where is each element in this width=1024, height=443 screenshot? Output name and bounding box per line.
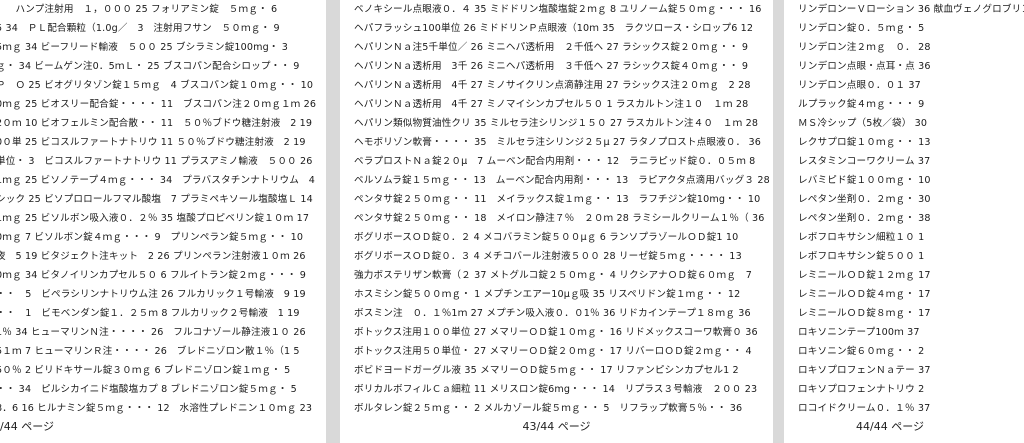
index-entry: レスタミンコーワクリーム 37 [798, 156, 931, 167]
index-entry: レペタン坐剤０．２ｍｇ・ 30 [798, 194, 931, 205]
index-entry: ボルタレン錠２５ｍｇ・・ 2 メルカゾール錠５ｍｇ・・ 5 リフラップ軟膏５％・… [354, 403, 743, 414]
index-entry: ペンタサ錠２５０ｍｇ・・ 18 メイロン静注７％ ２０ｍ 28 ラミシールクリー… [354, 213, 765, 224]
index-entry: ・・ 1 ビモベンダン錠１．２５ｍ 8 フルカリック２号輸液 1 19 [0, 308, 300, 319]
index-entry: ヘパリン類似物質油性クリ 35 ミルセラ注シリンジ１５０ 27 ラスカルトン注４… [354, 118, 759, 129]
index-entry: リンデロン注２ｍｇ ０． 28 [798, 42, 931, 53]
index-entry: レバミピド錠１００ｍｇ・ 10 [798, 175, 931, 186]
index-entry: ベラプロストＮａ錠２０μ 7 ムーベン配合内用剤・・・ 12 ラニラピッド錠０．… [354, 156, 756, 167]
document-page-44: リンデロンーＶローション 36 献血ヴェノグロブリン リンデロン錠０．５ｍｇ・ 5… [784, 0, 1024, 443]
document-page-43: ベノキシール点眼液０．４ 35 ミドドリン塩酸塩錠２ｍｇ 8 ユリノーム錠５０ｍ… [340, 0, 773, 443]
index-entry: ボトックス注用１００単位 27 メマリーＯＤ錠１０ｍｇ・ 16 リドメックスコー… [354, 327, 758, 338]
index-entry: ヘパリンＮａ注5千単位／ 26 ミニヘパ透析用 ２千低ヘ 27 ラシックス錠２０… [354, 42, 749, 53]
index-entry: リンデロン点眼・点耳・点 36 [798, 61, 931, 72]
index-entry: ベノキシール点眼液０．４ 35 ミドドリン塩酸塩錠２ｍｇ 8 ユリノーム錠５０ｍ… [354, 4, 762, 15]
page-footer-43: 43/44 ページ [522, 420, 591, 433]
index-entry: 単位・ 3 ビコスルファートナトリウ 11 プラスアミノ輸液 ５００ 26 [0, 156, 313, 167]
index-entry: Ｐ Ｏ 25 ビオグリタゾン錠１５ｍｇ 4 ブスコパン錠１０ｍｇ・・ 10 [0, 80, 314, 91]
index-entry: ロコイドクリーム０．１％ 37 [798, 403, 931, 414]
index-entry: 夜 5 19 ビタジェクト注キット 2 26 プリンペラン注射液１０ｍ 26 [0, 251, 306, 262]
index-entry: 5ｍｇ 34 ビーフリード輸液 ５００ 25 ブシラミン錠100mg・ 3 [0, 42, 289, 53]
index-entry: 0ｍｇ 25 ビオスリー配合錠・・・・ 11 ブスコパン注２０ｍｇ１ｍ 26 [0, 99, 317, 110]
document-page-left: ハンプ注射用 １，０００ 25 フォリアミン錠 ５ｍｇ・ 6 5 34 ＰＬ配合顆… [0, 0, 326, 443]
index-entry: ヘパリンＮａ透析用 4千 27 ミノサイクリン点滴静注用 27 ラシックス注２０… [354, 80, 751, 91]
index-entry: ボトックス注用５０単位・ 27 メマリーＯＤ錠２０ｍｇ・ 17 リバーロＯＤ錠２… [354, 346, 752, 357]
index-entry: ＭＳ冷シップ（5枚／袋） 30 [798, 118, 928, 129]
index-entry: ヘパリンＮａ透析用 3千 26 ミニヘパ透析用 ３千低ヘ 27 ラシックス錠４０… [354, 61, 749, 72]
index-entry: ホスミシン錠５００ｍｇ・ 1 メプチンエアー10μｇ吸 35 リスペリドン錠１ｍ… [354, 289, 741, 300]
index-entry: レペタン坐剤０．２ｍｇ・ 38 [798, 213, 931, 224]
index-entry: 8．6 16 ヒルナミン錠５ｍｇ・・・ 12 水溶性プレドニン１０ｍｇ 23 [0, 403, 313, 414]
index-entry: ・・ 5 ビペラシリンナトリウム注 26 フルカリック１号輸液 9 19 [0, 289, 306, 300]
index-entry: ロキソニンテープ100ｍ 37 [798, 327, 920, 338]
index-entry: ・・ 34 ピルシカイニド塩酸塩カプ 8 ブレドニゾロン錠５ｍｇ・ 5 [0, 384, 297, 395]
index-entry: 1％ 34 ヒューマリンＮ注・・・・ 26 フルコナゾール静注液１０ 26 [0, 327, 306, 338]
index-entry: ヘモボリゾン軟膏・・・・ 35 ミルセラ注シリンジ２５μ 27 ラタノプロスト点… [354, 137, 762, 148]
index-entry: 5 34 ＰＬ配合顆粒（1.0g／ 3 注射用フサン ５０ｍｇ・ 9 [0, 23, 280, 34]
index-entry: ハンプ注射用 １，０００ 25 フォリアミン錠 ５ｍｇ・ 6 [0, 4, 278, 15]
index-entry: ロキソニン錠６０ｍｇ・・ 2 [798, 346, 925, 357]
index-entry: レボフロキサシン錠５００ 1 [798, 251, 925, 262]
index-entry: ボビドヨードガーグル液 35 メマリーＯＤ錠５ｍｇ・・ 17 リファンピシンカプ… [354, 365, 739, 376]
index-entry: 1ｍｇ 25 ビソノテープ４ｍｇ・・・ 34 プラバスタチンナトリウム 4 [0, 175, 315, 186]
index-entry: シック 25 ビソプロロールフマル酸塩 7 プラミペキソール塩酸塩Ｌ 14 [0, 194, 313, 205]
index-entry: 0ｍｇ 7 ビソルボン錠４ｍｇ・・・ 9 プリンペラン錠５ｍｇ・・ 10 [0, 232, 304, 243]
index-entry: ロキソプロフェンＮａテー 37 [798, 365, 931, 376]
index-entry: 5１ｍ 7 ヒューマリンＲ注・・・・ 26 ブレドニゾロン散１％（1 5 [0, 346, 300, 357]
index-entry: ヘパリンＮａ透析用 4千 27 ミノマイシンカプセル５０ 1 ラスカルトン注１０… [354, 99, 749, 110]
index-entry: ルプラック錠４ｍｇ・・・ 9 [798, 99, 925, 110]
index-entry: 強力ボステリザン軟膏（２ 37 メトグルコ錠２５０ｍｇ・ 4 リクシアナＯＤ錠６… [354, 270, 752, 281]
index-entry: リンデロンーＶローション 36 献血ヴェノグロブリン [798, 4, 1024, 15]
index-entry: ボグリボースＯＤ錠０．３ 4 メチコバール注射液５００ 28 リーゼ錠５ｍｇ・・… [354, 251, 742, 262]
index-entry: ヘパフラッシュ100単位 26 ミドドリンＰ点眼液（10ｍ 35 ラクツロース・… [354, 23, 754, 34]
index-entry: レボフロキサシン細粒１０ 1 [798, 232, 925, 243]
index-entry: ペンタサ錠２５０ｍｇ・・ 11 メイラックス錠１ｍｇ・・ 13 ラフチジン錠10… [354, 194, 761, 205]
index-entry: ボグリボースＯＤ錠０．２ 4 メコバラミン錠５００μｇ 6 ランソプラゾールＯＤ… [354, 232, 739, 243]
index-entry: ｇ・ 34 ビームゲン注0．5ｍＬ・ 25 ブスコパン配合シロップ・・ 9 [0, 61, 300, 72]
index-entry: 2０ｍ 10 ビオフェルミン配合散・・ 11 ５０％ブドウ糖注射液 2 19 [0, 118, 313, 129]
index-entry: ボスミン注 ０．１％1ｍ 27 メプチン吸入液０．０1％ 36 リドカインテープ… [354, 308, 751, 319]
index-entry: リンデロン点眼０．０１ 37 [798, 80, 921, 91]
index-entry: レミニールＯＤ錠８ｍｇ・ 17 [798, 308, 931, 319]
index-entry: 0０単 25 ビコスルファートナトリウ 11 ５０％ブドウ糖注射液 2 19 [0, 137, 306, 148]
page-footer-44: 44/44 ページ [856, 420, 924, 433]
index-entry: ベルソムラ錠１５ｍｇ・・ 13 ムーベン配合内用剤・・・ 13 ラピアクタ点滴用… [354, 175, 770, 186]
page-footer-left: /44 ページ [0, 420, 54, 433]
index-entry: レミニールＯＤ錠４ｍｇ・ 17 [798, 289, 931, 300]
index-entry: リンデロン錠０．５ｍｇ・ 5 [798, 23, 925, 34]
index-entry: ボリカルボフィルＣａ細粒 11 メリスロン錠6mg・・・ 14 リプラス３号輸液… [354, 384, 758, 395]
index-entry: レミニールＯＤ錠１２ｍｇ 17 [798, 270, 931, 281]
index-entry: ロキソプロフェンナトリウ 2 [798, 384, 925, 395]
index-entry: 0ｍｇ 34 ビタノイリンカプセル５０ 6 フルイトラン錠２ｍｇ・・・ 9 [0, 270, 307, 281]
index-entry: 5０％ 2 ビリドキサール錠３０ｍｇ 6 ブレドニゾロン錠１ｍｇ・ 5 [0, 365, 291, 376]
index-entry: レクサプロ錠１０ｍｇ・・ 13 [798, 137, 931, 148]
index-entry: 1ｍｇ 25 ビソルボン吸入液０．２％ 35 塩酸プロピベリン錠１０ｍ 17 [0, 213, 310, 224]
